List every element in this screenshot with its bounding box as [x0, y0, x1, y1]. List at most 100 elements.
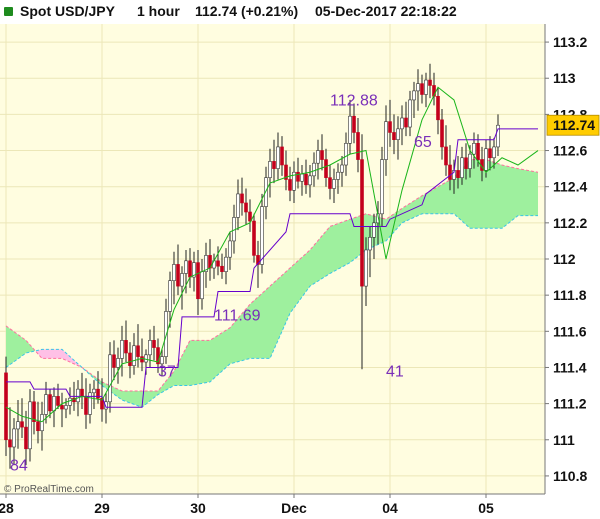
candle-body — [412, 90, 416, 101]
candle-body — [64, 405, 68, 410]
candle-body — [484, 148, 488, 171]
last-price-tag: 112.74 — [546, 114, 600, 136]
candle-body — [324, 159, 328, 178]
candle-body — [420, 83, 424, 95]
candle-body — [360, 159, 364, 287]
candlestick-chart[interactable]: 8437111.69112.884165 113.2113112.8112.61… — [0, 0, 600, 519]
candle-body — [476, 143, 480, 160]
y-tick-label: 111.2 — [553, 396, 587, 412]
candle-body — [60, 405, 64, 410]
candle-body — [168, 280, 172, 312]
candle-body — [436, 96, 440, 121]
candle-body — [424, 79, 428, 95]
y-tick-label: 112.6 — [553, 143, 587, 159]
candle-body — [224, 256, 228, 272]
candle-body — [384, 121, 388, 160]
candle-body — [308, 175, 312, 186]
candle-body — [120, 340, 124, 359]
x-tick-label: 05 — [478, 500, 494, 516]
y-tick-label: 112 — [553, 251, 576, 267]
candle-body — [428, 79, 432, 86]
x-tick-label: 04 — [382, 500, 398, 516]
y-tick-label: 113 — [553, 70, 576, 86]
candle-body — [176, 264, 180, 287]
candle-body — [492, 146, 496, 159]
chart-frame: Spot USD/JPY 1 hour 112.74 (+0.21%) 05-D… — [0, 0, 600, 519]
y-tick-label: 113.2 — [553, 34, 587, 50]
cloud-segment — [190, 340, 210, 386]
candle-body — [128, 352, 132, 366]
candle-body — [400, 117, 404, 130]
candle-body — [396, 128, 400, 140]
candle-body — [488, 148, 492, 159]
candle-body — [316, 150, 320, 164]
candle-body — [328, 177, 332, 189]
candle-body — [472, 143, 476, 155]
candle-body — [216, 260, 220, 267]
x-tick-label: 30 — [190, 500, 206, 516]
candle-body — [140, 356, 144, 363]
cloud-segment — [518, 168, 538, 216]
candle-body — [68, 397, 72, 406]
candle-body — [344, 143, 348, 166]
candle-body — [380, 159, 384, 215]
candle-body — [184, 260, 188, 274]
candle-body — [348, 115, 352, 144]
candle-body — [24, 426, 28, 450]
y-tick-label: 111.6 — [553, 323, 587, 339]
candle-body — [340, 164, 344, 173]
y-tick-label: 112.4 — [553, 179, 587, 195]
candle-body — [200, 271, 204, 300]
y-tick-label: 110.8 — [553, 468, 587, 484]
candle-body — [196, 262, 200, 300]
candle-body — [40, 414, 44, 432]
candle-body — [244, 202, 248, 213]
candle-body — [52, 396, 56, 412]
candle-body — [388, 121, 392, 133]
candle — [252, 213, 256, 263]
candle-body — [468, 153, 472, 169]
candle-body — [260, 206, 264, 265]
candle-body — [404, 117, 408, 128]
price-annotation: 65 — [414, 134, 432, 151]
candle-body — [300, 173, 304, 182]
candle-body — [188, 260, 192, 278]
y-tick-label: 111.8 — [553, 287, 587, 303]
candle-body — [16, 421, 20, 430]
candle-body — [44, 394, 48, 415]
y-tick-label: 112.2 — [553, 215, 587, 231]
candle-body — [288, 179, 292, 191]
candle-body — [4, 372, 8, 441]
candle-body — [280, 146, 284, 166]
candle-body — [84, 396, 88, 415]
candle-body — [252, 220, 256, 256]
candle-body — [116, 358, 120, 368]
y-tick-label: 111.4 — [553, 359, 587, 375]
candle-body — [364, 249, 368, 287]
candle-body — [356, 132, 360, 160]
candle-body — [28, 401, 32, 450]
candle-body — [220, 265, 224, 272]
candle-body — [56, 396, 60, 406]
cloud-segment — [42, 349, 62, 359]
candle-body — [276, 146, 280, 169]
candle-body — [448, 164, 452, 180]
candle-body — [372, 222, 376, 238]
candle-body — [336, 171, 340, 180]
watermark: © ProRealTime.com — [4, 484, 94, 495]
candle-body — [228, 240, 232, 258]
candle-body — [132, 345, 136, 366]
y-tick-label: 111 — [553, 432, 575, 448]
candle-body — [392, 132, 396, 140]
candle-body — [312, 162, 316, 177]
candle-body — [80, 388, 84, 397]
price-annotation: 41 — [386, 364, 404, 381]
candle-body — [332, 179, 336, 189]
candle-body — [440, 119, 444, 148]
candle-body — [136, 345, 140, 357]
candle-body — [304, 173, 308, 186]
candle-body — [108, 354, 112, 403]
candle-body — [76, 388, 80, 403]
candle-body — [272, 161, 276, 169]
candle-body — [8, 439, 12, 448]
